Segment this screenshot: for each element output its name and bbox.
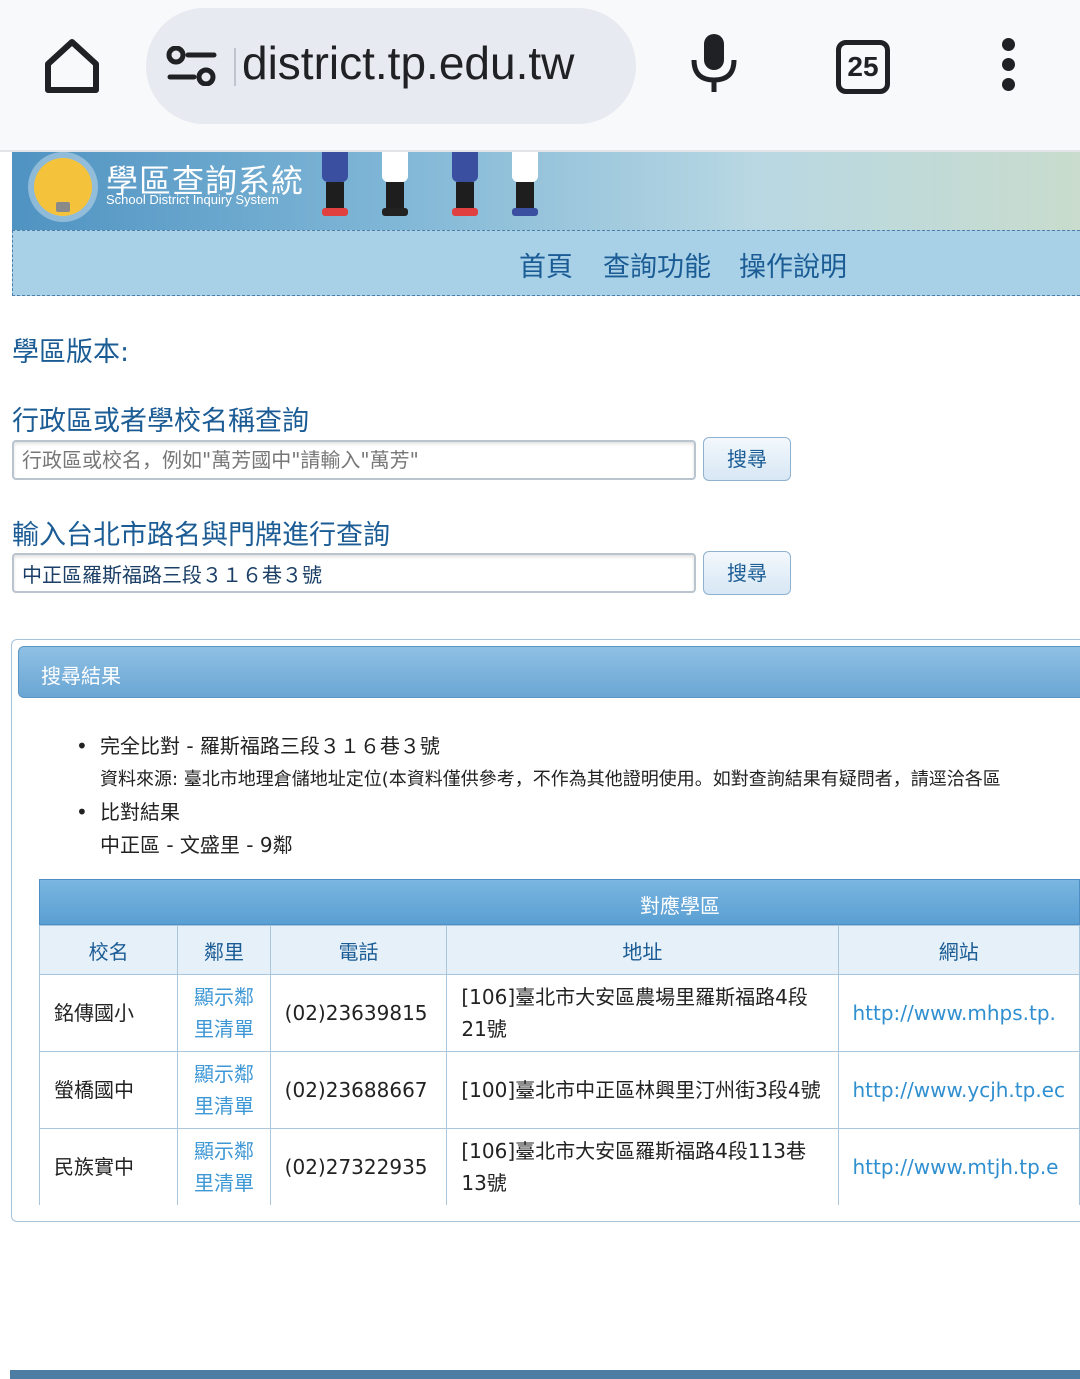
school-search-label: 行政區或者學校名稱查詢 [12, 406, 309, 437]
home-icon[interactable] [40, 34, 104, 98]
compare-label: 比對結果 [76, 796, 1001, 829]
url-text[interactable]: district.tp.edu.tw [242, 36, 574, 90]
lightbulb-logo-icon [34, 158, 92, 216]
browser-toolbar: district.tp.edu.tw 25 [0, 0, 1080, 152]
nav-instructions[interactable]: 操作說明 [739, 245, 847, 284]
results-title: 搜尋結果 [41, 664, 121, 688]
address: [106]臺北市大安區農場里羅斯福路4段21號 [446, 974, 839, 1052]
results-header: 搜尋結果 [18, 646, 1080, 698]
table-row: 銘傳國小 顯示鄰里清單 (02)23639815 [106]臺北市大安區農場里羅… [39, 974, 1080, 1052]
header-neighborhood: 鄰里 [177, 925, 271, 975]
nav-search-functions[interactable]: 查詢功能 [603, 245, 711, 284]
more-menu-icon[interactable] [994, 38, 1022, 94]
site-settings-icon[interactable] [166, 45, 218, 87]
district-version-label: 學區版本: [12, 337, 130, 368]
neighborhood-list-link[interactable]: 顯示鄰里清單 [177, 974, 271, 1052]
site-banner: 學區查詢系統 School District Inquiry System [12, 152, 1080, 230]
neighborhood-list-link[interactable]: 顯示鄰里清單 [177, 1051, 271, 1129]
header-address: 地址 [446, 925, 839, 975]
site-subtitle: School District Inquiry System [106, 192, 279, 207]
school-search-button[interactable]: 搜尋 [703, 437, 791, 481]
address: [106]臺北市大安區羅斯福路4段113巷13號 [446, 1128, 839, 1205]
text-cursor [234, 48, 236, 86]
footer-bar [10, 1370, 1080, 1379]
address-search-label: 輸入台北市路名與門牌進行查詢 [12, 520, 390, 551]
compare-value: 中正區 - 文盛里 - 9鄰 [100, 833, 293, 857]
table-header-row: 校名 鄰里 電話 地址 網站 [39, 925, 1080, 975]
data-source-line: 資料來源: 臺北市地理倉儲地址定位(本資料僅供參考，不作為其他證明使用。如對查詢… [100, 769, 1001, 790]
school-search-input[interactable] [12, 440, 696, 480]
nav-home[interactable]: 首頁 [519, 245, 573, 284]
address: [100]臺北市中正區林興里汀州街3段4號 [446, 1051, 839, 1129]
site-nav: 首頁 查詢功能 操作說明 [12, 230, 1080, 296]
header-name: 校名 [39, 925, 179, 975]
address-bar[interactable]: district.tp.edu.tw [146, 8, 636, 124]
address-search-input[interactable] [12, 553, 696, 593]
school-name: 民族實中 [39, 1128, 179, 1205]
table-row: 民族實中 顯示鄰里清單 (02)27322935 [106]臺北市大安區羅斯福路… [39, 1128, 1080, 1205]
school-name: 螢橋國中 [39, 1051, 179, 1129]
phone: (02)23688667 [269, 1051, 448, 1129]
header-phone: 電話 [269, 925, 448, 975]
microphone-icon[interactable] [688, 32, 740, 96]
neighborhood-list-link[interactable]: 顯示鄰里清單 [177, 1128, 271, 1205]
address-search-button[interactable]: 搜尋 [703, 551, 791, 595]
website-link[interactable]: http://www.ycjh.tp.ec [837, 1051, 1080, 1129]
results-table: 校名 鄰里 電話 地址 網站 銘傳國小 顯示鄰里清單 (02)23639815 … [39, 925, 1080, 1205]
school-district-table: 對應學區 校名 鄰里 電話 地址 網站 銘傳國小 顯示鄰里清單 (02)2363… [39, 879, 1080, 1205]
results-summary: 完全比對 - 羅斯福路三段３１６巷３號 資料來源: 臺北市地理倉儲地址定位(本資… [76, 730, 1001, 862]
school-name: 銘傳國小 [39, 974, 179, 1052]
table-caption: 對應學區 [39, 879, 1080, 925]
website-link[interactable]: http://www.mhps.tp. [837, 974, 1080, 1052]
students-illustration [308, 152, 548, 230]
tab-switcher-button[interactable]: 25 [836, 40, 890, 94]
website-link[interactable]: http://www.mtjh.tp.e [837, 1128, 1080, 1205]
phone: (02)27322935 [269, 1128, 448, 1205]
table-row: 螢橋國中 顯示鄰里清單 (02)23688667 [100]臺北市中正區林興里汀… [39, 1051, 1080, 1129]
phone: (02)23639815 [269, 974, 448, 1052]
header-website: 網站 [837, 925, 1080, 975]
match-line: 完全比對 - 羅斯福路三段３１６巷３號 [76, 730, 1001, 763]
